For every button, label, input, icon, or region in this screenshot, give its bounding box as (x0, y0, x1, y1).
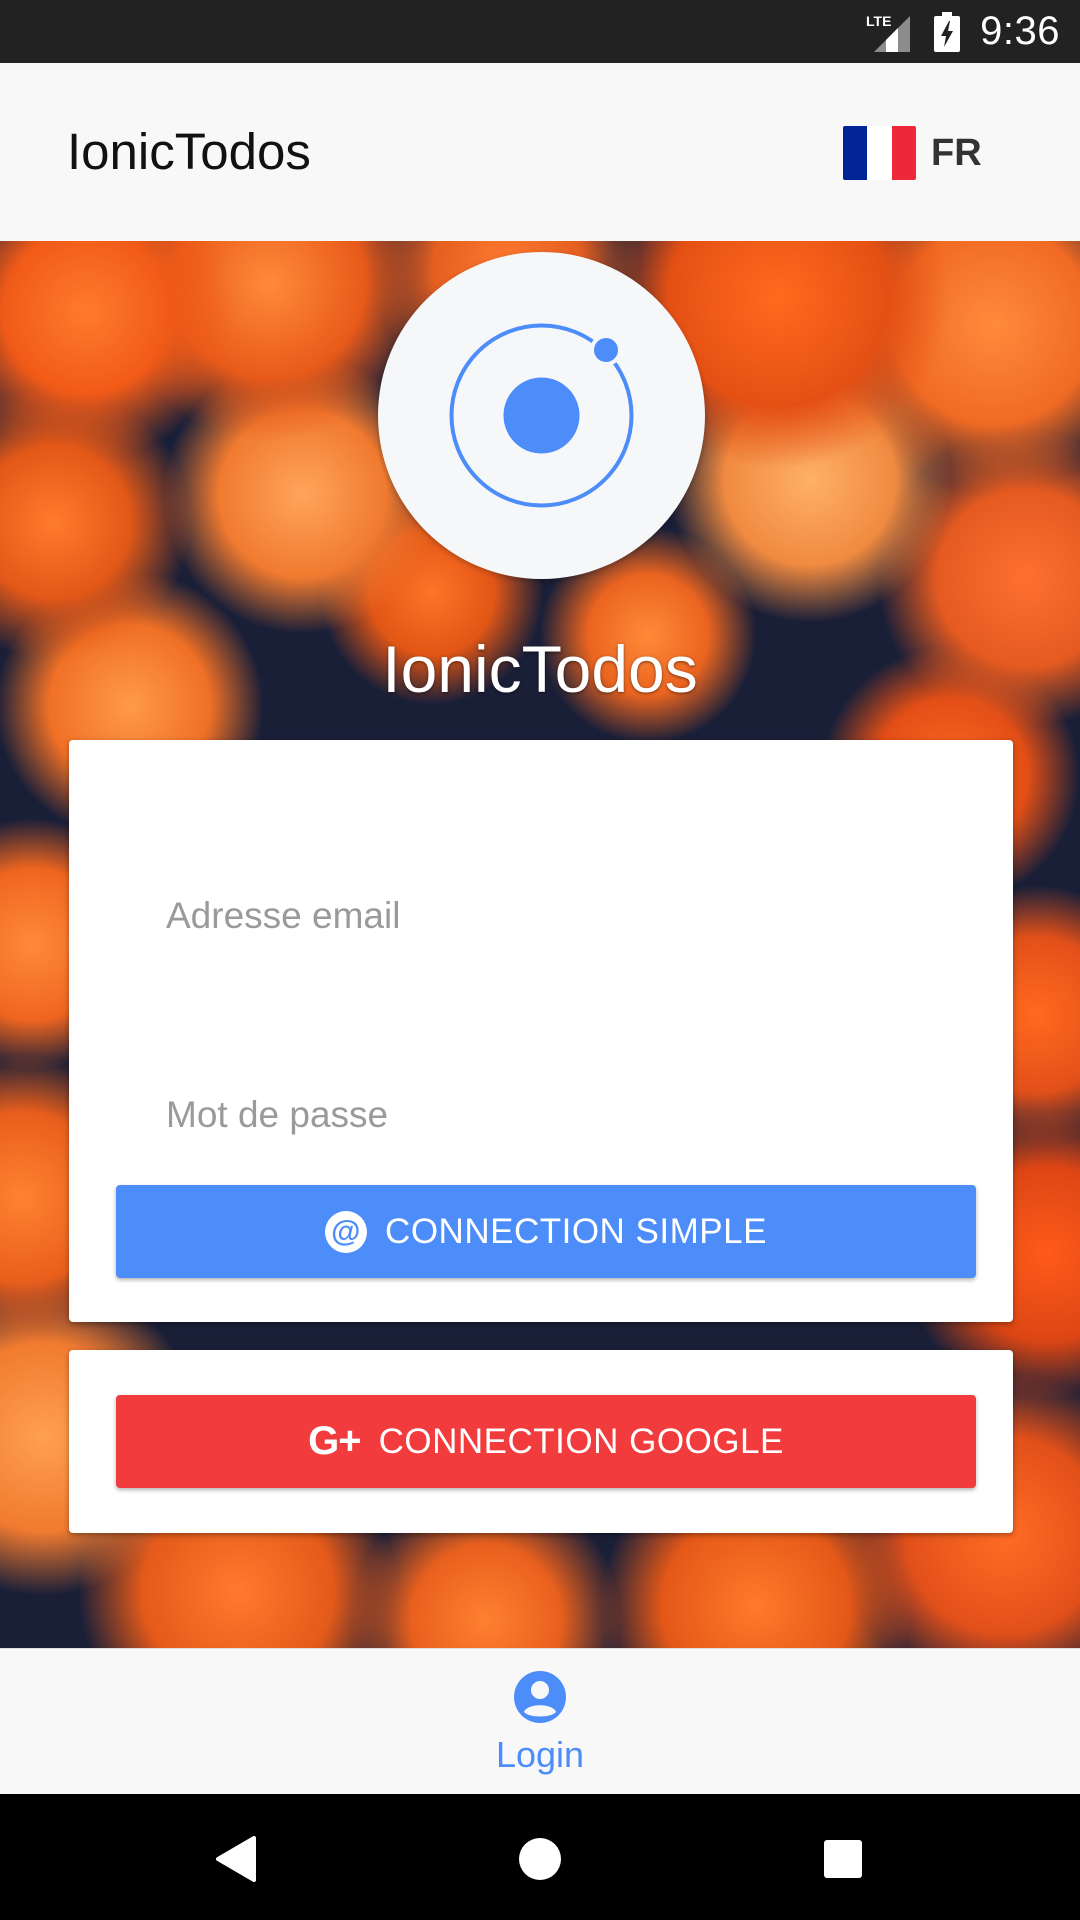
email-input[interactable] (166, 895, 966, 937)
password-field (166, 1085, 966, 1145)
home-button[interactable] (510, 1829, 570, 1889)
france-flag-icon (843, 126, 916, 180)
status-icons: LTE 9:36 (866, 0, 1060, 63)
google-login-label: CONNECTION GOOGLE (378, 1421, 784, 1461)
simple-login-label: CONNECTION SIMPLE (385, 1211, 767, 1251)
recents-button[interactable] (813, 1829, 873, 1889)
system-nav-bar (0, 1794, 1080, 1920)
svg-text:LTE: LTE (866, 13, 891, 29)
flag-stripe-white (867, 126, 892, 180)
logo-badge (378, 252, 705, 579)
home-icon (519, 1838, 561, 1880)
google-plus-icon: G+ (308, 1419, 361, 1464)
person-circle-icon (514, 1671, 566, 1723)
flag-stripe-red (891, 126, 916, 180)
google-plus-glyph: G+ (308, 1419, 361, 1463)
battery-charging-icon (934, 11, 961, 52)
brand-title: IonicTodos (382, 632, 698, 706)
login-card: @ CONNECTION SIMPLE (69, 740, 1013, 1322)
back-button[interactable] (206, 1829, 266, 1889)
app-screen: LTE 9:36 IonicTodos FR IonicTodos Adress… (0, 0, 1080, 1920)
login-content: IonicTodos @ CONNECTION SIMPLE G+ (0, 241, 1080, 1648)
status-bar: LTE 9:36 (0, 0, 1080, 63)
flag-stripe-blue (843, 126, 868, 180)
ionic-logo-icon (449, 323, 634, 508)
recents-icon (824, 1840, 862, 1878)
password-input[interactable] (166, 1094, 966, 1136)
tab-login-label: Login (495, 1734, 585, 1775)
back-icon (216, 1836, 256, 1882)
page-title: IonicTodos (67, 123, 311, 180)
status-time: 9:36 (980, 9, 1060, 53)
language-code: FR (931, 131, 982, 174)
at-sign-icon: @ (325, 1210, 368, 1253)
app-header: IonicTodos FR (0, 63, 1080, 242)
email-field (166, 886, 966, 946)
google-login-button[interactable]: G+ CONNECTION GOOGLE (116, 1395, 976, 1488)
tab-bar: Login (0, 1648, 1080, 1795)
simple-login-button[interactable]: @ CONNECTION SIMPLE (116, 1185, 976, 1278)
lte-signal-icon: LTE (866, 13, 911, 52)
google-login-card: G+ CONNECTION GOOGLE (69, 1350, 1013, 1533)
tab-login[interactable]: Login (440, 1649, 640, 1795)
language-switch[interactable]: FR (843, 126, 982, 180)
at-sign-glyph: @ (325, 1210, 368, 1253)
